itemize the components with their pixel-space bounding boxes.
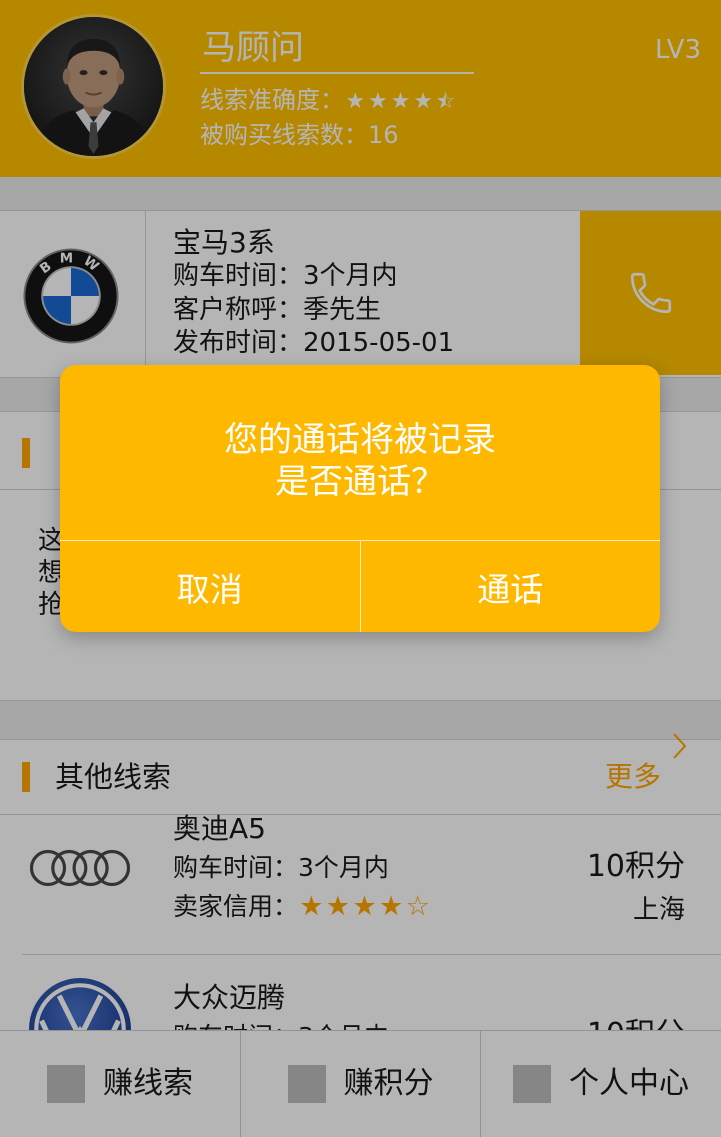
dialog-message-line: 您的通话将被记录 bbox=[224, 420, 496, 460]
screen: 马顾问 LV3 线索准确度：★★★★☆★ 被购买线索数：16 BMW bbox=[0, 0, 721, 1137]
dialog-message: 您的通话将被记录 是否通话？ bbox=[60, 419, 660, 503]
confirm-call-button[interactable]: 通话 bbox=[359, 541, 661, 632]
cancel-button[interactable]: 取消 bbox=[60, 541, 360, 632]
dialog-message-line: 是否通话？ bbox=[275, 462, 445, 502]
dialog-actions: 取消 通话 bbox=[60, 541, 660, 632]
call-confirm-dialog: 您的通话将被记录 是否通话？ 取消 通话 bbox=[60, 365, 660, 632]
